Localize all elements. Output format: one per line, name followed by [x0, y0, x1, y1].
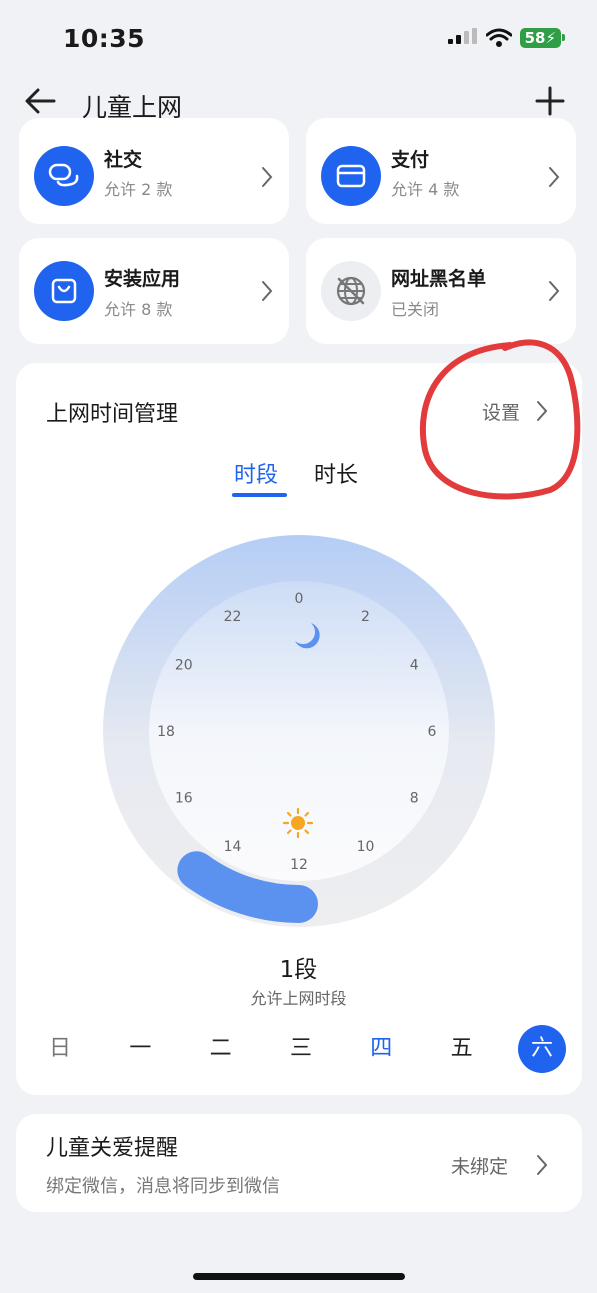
- clock-hour-label: 2: [361, 609, 370, 625]
- shopping-bag-icon: [34, 261, 94, 321]
- app-card-url-blacklist[interactable]: 网址黑名单 已关闭: [306, 238, 576, 344]
- battery-indicator: 58⚡: [519, 28, 566, 48]
- signal-icon: [447, 28, 477, 44]
- wechat-bind-status: 未绑定: [451, 1156, 509, 1178]
- app-card-sub: 允许 8 款: [104, 300, 173, 319]
- battery-level: 58: [524, 29, 546, 47]
- card-icon: [321, 146, 381, 206]
- app-card-sub: 允许 2 款: [104, 180, 173, 199]
- app-card-name: 支付: [391, 149, 430, 171]
- status-time: 10:35: [63, 24, 146, 53]
- chevron-right-icon: [262, 281, 273, 301]
- weekday-sat[interactable]: 六: [517, 1025, 566, 1073]
- sun-icon: [282, 807, 314, 839]
- clock-hour-label: 8: [410, 791, 419, 807]
- app-card-install[interactable]: 安装应用 允许 8 款: [19, 238, 289, 344]
- clock-hour-label: 18: [157, 724, 175, 740]
- care-reminder-subtitle: 绑定微信，消息将同步到微信: [46, 1176, 280, 1197]
- app-card-name: 网址黑名单: [391, 268, 487, 290]
- app-card-social[interactable]: 社交 允许 2 款: [19, 118, 289, 224]
- segment-description: 允许上网时段: [250, 989, 347, 1008]
- time-management-title: 上网时间管理: [46, 402, 179, 427]
- wifi-icon: [485, 28, 512, 47]
- weekday-selector: 日 一 二 三 四 五 六: [36, 1025, 566, 1073]
- add-icon[interactable]: [535, 86, 565, 116]
- app-card-sub: 允许 4 款: [391, 180, 460, 199]
- tab-duration[interactable]: 时长: [314, 457, 358, 489]
- clock-hour-label: 22: [224, 609, 242, 625]
- care-reminder-title: 儿童关爱提醒: [46, 1136, 179, 1161]
- app-card-sub: 已关闭: [391, 300, 440, 319]
- time-period-dial[interactable]: 0 2 4 6 8 10 12 14 16 18 20 22: [99, 531, 499, 931]
- app-card-name: 社交: [104, 149, 143, 171]
- chat-icon: [34, 146, 94, 206]
- chevron-right-icon: [262, 167, 273, 187]
- weekday-wed[interactable]: 三: [277, 1025, 325, 1073]
- clock-hour-label: 14: [224, 839, 242, 855]
- active-tab-indicator: [232, 493, 287, 497]
- clock-hour-label: 4: [410, 658, 419, 674]
- back-arrow-icon[interactable]: [24, 86, 58, 116]
- weekday-fri[interactable]: 五: [438, 1025, 486, 1073]
- chevron-right-icon: [549, 167, 560, 187]
- clock-hour-label: 6: [428, 724, 437, 740]
- clock-hour-label: 0: [295, 591, 304, 607]
- weekday-mon[interactable]: 一: [116, 1025, 164, 1073]
- weekday-thu[interactable]: 四: [357, 1025, 405, 1073]
- clock-hour-label: 16: [175, 791, 193, 807]
- status-icons: 58⚡: [447, 28, 566, 48]
- globe-blocked-icon: [321, 261, 381, 321]
- app-card-payment[interactable]: 支付 允许 4 款: [306, 118, 576, 224]
- annotation-circle: [419, 339, 581, 500]
- weekday-tue[interactable]: 二: [197, 1025, 245, 1073]
- clock-hour-label: 20: [175, 658, 193, 674]
- chevron-right-icon: [537, 1155, 548, 1175]
- clock-hour-label: 10: [357, 839, 375, 855]
- tab-time-period[interactable]: 时段: [234, 457, 278, 489]
- clock-hour-label: 12: [290, 857, 308, 873]
- home-indicator[interactable]: [193, 1273, 405, 1280]
- chevron-right-icon: [549, 281, 560, 301]
- weekday-sun[interactable]: 日: [36, 1025, 84, 1073]
- app-card-name: 安装应用: [104, 268, 181, 290]
- charging-icon: ⚡: [545, 29, 556, 47]
- segment-count: 1段: [279, 957, 318, 983]
